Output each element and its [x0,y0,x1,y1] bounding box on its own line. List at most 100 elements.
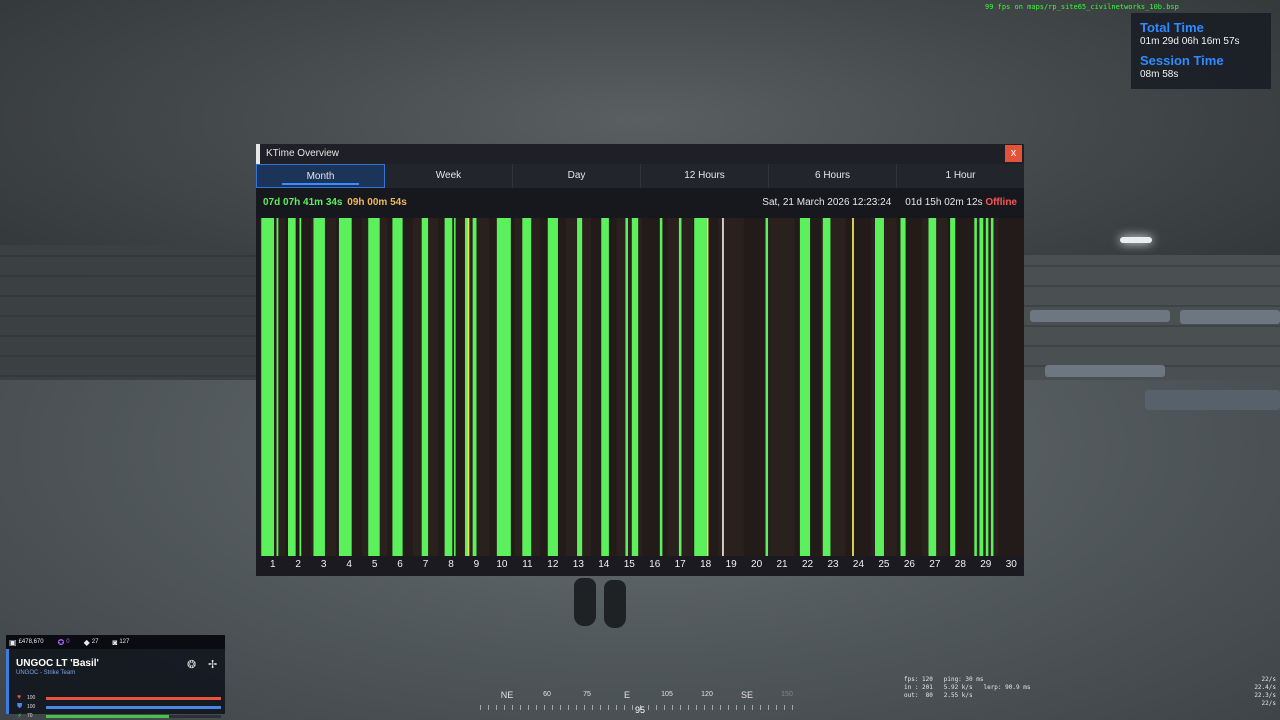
online-segment-day-1 [261,218,275,556]
money-stat: ▣ £478,670 [9,638,44,647]
total-time-value: 01m 29d 06h 16m 57s [1140,36,1240,47]
day-label-14: 14 [598,559,610,570]
day-label-3: 3 [320,559,327,570]
online-segment-day-29 [979,218,984,556]
shield-icon: ⛊ [17,703,23,710]
day-column-24 [845,218,872,556]
day-label-27: 27 [929,559,941,570]
net-rate: 22/s [1261,676,1276,683]
offline-duration: 01d 15h 02m 12s [905,197,983,208]
day-label-15: 15 [623,559,635,570]
day-label-7: 7 [422,559,429,570]
day-label-30: 30 [1005,559,1017,570]
online-total-group: 07d 07h 41m 34s 09h 00m 54s [263,188,407,218]
online-segment-day-1 [276,218,279,556]
day-column-16 [642,218,668,556]
online-segment-day-2 [288,218,296,556]
gems-value: 27 [91,639,99,645]
health-fill [46,697,221,700]
net-graph-line: in : 201 5.92 k/s lerp: 90.9 ms [904,684,1031,691]
day-label-22: 22 [801,559,814,570]
heart-icon: ♥ [17,694,22,701]
day-label-6: 6 [397,559,403,570]
online-segment-day-29 [985,218,989,556]
player-team: UNGOC - Strike Team [16,670,76,676]
debug-text: 99 fps on maps/rp_site65_civilnetworks_1… [985,3,1179,11]
current-time-marker [722,218,724,556]
day-label-16: 16 [649,559,661,570]
online-segment-day-15 [631,218,639,556]
tab-6-hours[interactable]: 6 Hours [769,164,897,188]
online-segment-day-9 [472,218,477,556]
tab-12-hours[interactable]: 12 Hours [641,164,769,188]
online-segment-day-23 [822,218,831,556]
online-segment-day-17 [678,218,682,556]
net-graph-line: fps: 120 ping: 30 ms [904,676,984,683]
camera-icon: ◙ [112,637,118,647]
day-label-18: 18 [700,559,712,570]
stamina-bar: ⚡ 70 [17,713,222,720]
compass-mark: SE [740,690,754,700]
health-bar: ♥ 100 [17,694,222,704]
online-segment-day-28 [950,218,956,556]
online-segment-day-15 [625,218,628,556]
status-group: Sat, 21 March 2026 12:23:24 01d 15h 02m 1… [762,188,1017,218]
points-value: 0 [66,639,70,645]
tab-1-hour[interactable]: 1 Hour [897,164,1024,188]
day-label-1: 1 [269,559,276,570]
net-graph: fps: 120 ping: 30 ms in : 201 5.92 k/s le… [904,676,1030,700]
day-label-21: 21 [776,559,788,570]
online-segment-day-8 [454,218,456,556]
armor-bar: ⛊ 100 [17,703,222,713]
day-label-5: 5 [371,559,378,570]
day-label-12: 12 [547,559,559,570]
day-label-13: 13 [572,559,584,570]
close-button[interactable]: x [1005,145,1022,162]
compass-mark: 60 [543,691,551,698]
online-segment-day-5 [368,218,380,556]
online-segment-day-22 [799,218,811,556]
compass-heading: 95 [634,705,646,715]
day-label-11: 11 [522,559,533,570]
online-total: 07d 07h 41m 34s [263,197,343,208]
bunk-bed [1030,310,1170,322]
online-segment-day-7 [421,218,429,556]
points-stat: ✪ 0 [58,638,70,647]
armor-fill [46,706,221,709]
cash-icon: ▣ [9,637,17,647]
compass: NE 60 75 E 105 120 SE 150 95 [480,688,800,718]
net-graph-rates: 22/s 22.4/s 22.3/s 22/s [1248,676,1276,708]
day-axis: 1 2 3 4 5 6 7 8 9 10 11 12 13 14 15 16 17 18 19 20 21 22 23 24 2… [256,556,1024,576]
gems-stat: ◆ 27 [84,638,99,647]
title-bar[interactable]: KTime Overview x [256,144,1024,164]
away-segment-day-18 [706,218,709,556]
online-segment-day-3 [313,218,325,556]
compass-mark: 75 [583,691,591,698]
day-label-20: 20 [751,559,763,570]
current-datetime: Sat, 21 March 2026 12:23:24 [762,197,892,208]
tab-week[interactable]: Week [385,164,513,188]
net-rate: 22.4/s [1254,684,1276,691]
day-column-30 [998,218,1024,556]
day-column-21 [769,218,795,556]
day-label-9: 9 [473,559,480,570]
compass-mark: 105 [661,691,673,698]
away-segment-day-9 [467,218,470,556]
ktime-window: KTime Overview x Month Week Day 12 Hours… [256,144,1024,576]
health-value: 100 [27,695,36,701]
online-segment-day-20 [765,218,769,556]
status-badge: Offline [985,197,1017,208]
net-rate: 22.3/s [1254,692,1276,699]
tab-day[interactable]: Day [513,164,641,188]
bunk-bed [1045,365,1165,377]
ceiling-light [1120,237,1152,243]
online-segment-day-27 [928,218,937,556]
net-graph-line: out: 80 2.55 k/s [904,692,973,699]
stamina-value: 70 [27,713,33,719]
activity-chart [260,218,1024,556]
tab-month[interactable]: Month [256,164,385,188]
day-label-4: 4 [346,559,352,570]
online-segment-day-11 [522,218,532,556]
net-rate: 22/s [1261,700,1276,707]
stamina-fill [46,715,169,718]
